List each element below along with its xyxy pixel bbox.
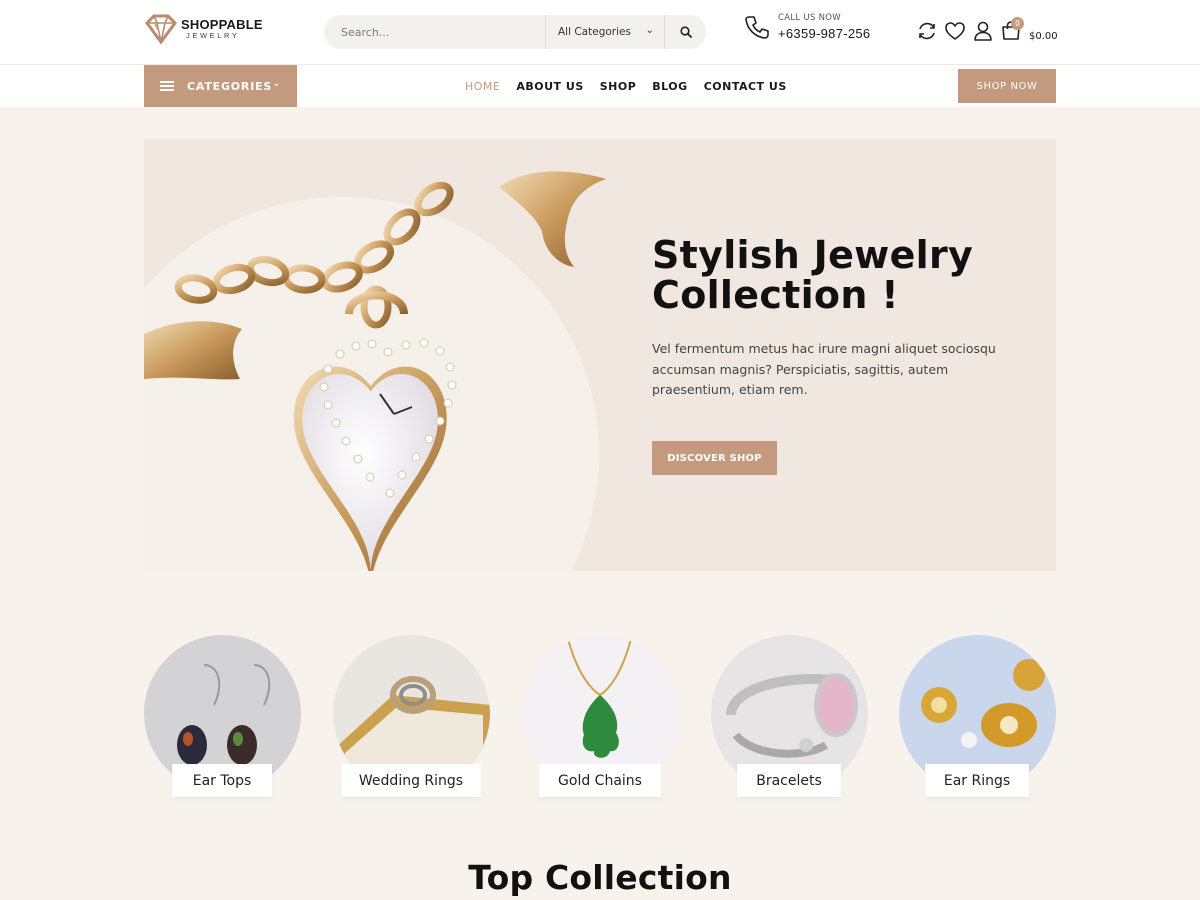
nav-link-about-us[interactable]: ABOUT US (516, 80, 583, 93)
heart-icon (945, 22, 965, 40)
category-gold-chains[interactable]: Gold Chains (522, 635, 679, 800)
brand-name: SHOPPABLE (181, 17, 263, 33)
hero-description: Vel fermentum metus hac irure magni aliq… (652, 341, 996, 397)
discover-shop-button[interactable]: DISCOVER SHOP (652, 441, 777, 475)
phone-number[interactable]: +6359-987-256 (778, 27, 870, 40)
category-select[interactable]: All Categories ⌄ (545, 15, 665, 49)
categories-label: CATEGORIES (187, 79, 273, 93)
hero-banner: Stylish Jewelry Collection ! Vel ferment… (144, 139, 1056, 571)
category-label: Ear Rings (925, 764, 1029, 797)
phone-icon (745, 16, 769, 39)
category-ear-tops[interactable]: Ear Tops (144, 635, 301, 800)
shop-now-button[interactable]: SHOP NOW (958, 69, 1056, 103)
nav-link-home[interactable]: HOME (465, 80, 500, 93)
nav-link-blog[interactable]: BLOG (652, 80, 687, 93)
search-button[interactable] (666, 15, 706, 49)
search-input[interactable] (324, 15, 544, 49)
header-top: SHOPPABLE JEWELRY All Categories ⌄ CALL … (0, 0, 1200, 65)
nav-link-shop[interactable]: SHOP (600, 80, 637, 93)
user-icon (974, 21, 992, 41)
category-label: Wedding Rings (341, 764, 481, 797)
category-label: Bracelets (737, 764, 841, 797)
chevron-down-icon: ⌄ (272, 79, 281, 89)
hero-heart-watch-image (144, 171, 606, 571)
category-list: Ear Tops Wedding Rings Gold Chains Brace… (144, 635, 1056, 805)
categories-button[interactable]: CATEGORIES ⌄ (144, 65, 297, 107)
category-bracelets[interactable]: Bracelets (711, 635, 868, 800)
logo[interactable]: SHOPPABLE JEWELRY (144, 13, 263, 45)
cart-total: $0.00 (1029, 31, 1058, 42)
brand-tagline: JEWELRY (186, 31, 240, 41)
hero-title-line-2: Collection ! (652, 273, 899, 317)
category-label: Gold Chains (539, 764, 661, 797)
wishlist-button[interactable] (944, 20, 966, 42)
compare-button[interactable] (916, 20, 938, 42)
refresh-icon (919, 22, 935, 40)
chevron-down-icon: ⌄ (645, 25, 654, 36)
search-bar: All Categories ⌄ (324, 15, 706, 49)
category-select-value: All Categories (558, 26, 631, 38)
category-ear-rings[interactable]: Ear Rings (899, 635, 1056, 800)
diamond-logo-icon (145, 14, 177, 44)
account-button[interactable] (972, 20, 994, 42)
cart-count-badge: 0 (1011, 17, 1024, 30)
nav-link-contact-us[interactable]: CONTACT US (704, 80, 787, 93)
menu-icon (160, 81, 174, 91)
call-label: CALL US NOW (778, 13, 841, 24)
hero-title: Stylish Jewelry Collection ! (652, 235, 982, 315)
section-title: Top Collection (468, 858, 732, 897)
search-icon (680, 26, 692, 38)
call-us[interactable]: CALL US NOW +6359-987-256 (744, 14, 870, 40)
main-menu: HOME ABOUT US SHOP BLOG CONTACT US (465, 65, 803, 107)
hero-title-line-1: Stylish Jewelry (652, 233, 974, 277)
header-nav: CATEGORIES ⌄ HOME ABOUT US SHOP BLOG CON… (0, 65, 1200, 107)
category-wedding-rings[interactable]: Wedding Rings (333, 635, 490, 800)
category-label: Ear Tops (172, 764, 272, 797)
